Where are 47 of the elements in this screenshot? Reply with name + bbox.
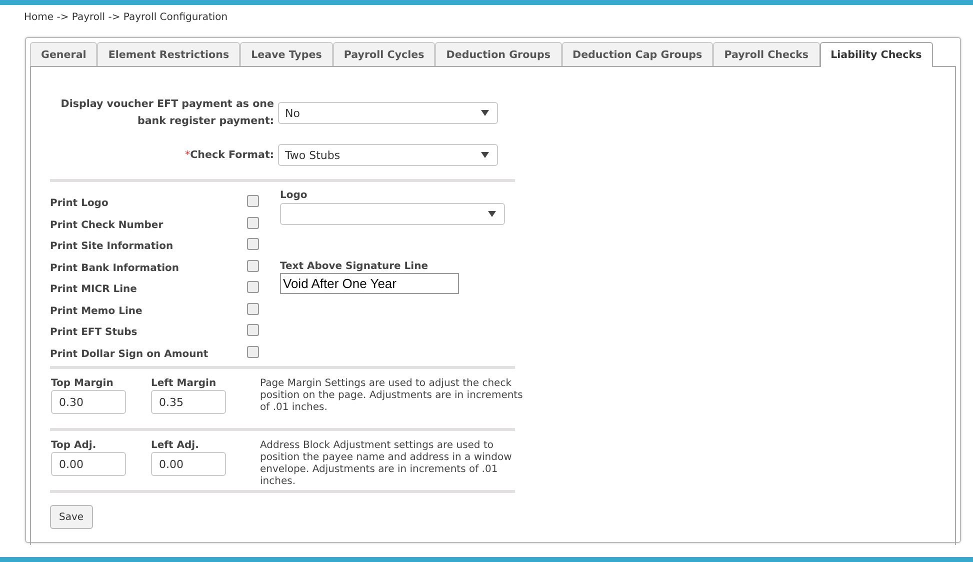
dropdown[interactable]: No <box>278 102 498 124</box>
checkbox[interactable] <box>247 260 259 272</box>
field-label: Left Margin <box>151 378 218 389</box>
field-label: Left Adj. <box>151 440 200 451</box>
tab[interactable]: Liability Checks <box>820 42 933 67</box>
caret-icon <box>488 211 496 217</box>
checkbox[interactable] <box>247 302 259 314</box>
caret-icon <box>481 110 489 116</box>
number-input[interactable]: 0.35 <box>151 390 226 414</box>
tab[interactable]: Payroll Checks <box>713 42 820 66</box>
checkbox[interactable] <box>247 216 259 228</box>
tab[interactable]: Leave Types <box>240 42 333 66</box>
option-label: Print EFT Stubs <box>50 326 138 338</box>
field-label: Top Adj. <box>51 440 98 451</box>
checkbox[interactable] <box>247 324 259 336</box>
number-input[interactable]: 0.00 <box>51 452 126 476</box>
option-label: Print MICR Line <box>50 283 137 295</box>
dropdown[interactable]: Two Stubs <box>278 144 498 166</box>
signature-input[interactable]: Void After One Year <box>280 273 459 294</box>
option-label: Print Dollar Sign on Amount <box>50 348 208 360</box>
checkbox[interactable] <box>247 346 259 358</box>
setting-label: Display voucher EFT payment as one bank register payment: <box>60 97 274 129</box>
signature-label: Text Above Signature Line <box>280 261 429 272</box>
number-input[interactable]: 0.00 <box>151 452 226 476</box>
setting-label: *Check Format: <box>184 148 274 162</box>
logo-label: Logo <box>280 190 308 201</box>
number-input[interactable]: 0.30 <box>51 390 126 414</box>
help-text: Address Block Adjustment settings are used to position the payee name and address in a window envelope. Adjustments are in increments of .01 inches. <box>260 440 513 482</box>
tab[interactable]: General <box>30 42 98 66</box>
option-label: Print Site Information <box>50 240 174 252</box>
tab[interactable]: Deduction Cap Groups <box>562 42 714 66</box>
tab[interactable]: Deduction Groups <box>435 42 562 66</box>
save-button[interactable]: Save <box>50 505 93 529</box>
option-label: Print Bank Information <box>50 262 180 274</box>
help-text: Page Margin Settings are used to adjust the check position on the page. Adjustments are in increments of .01 inches. <box>260 378 524 415</box>
field-label: Top Margin <box>51 378 114 389</box>
tab[interactable]: Payroll Cycles <box>332 42 436 66</box>
logo-dropdown[interactable] <box>280 203 505 225</box>
checkbox[interactable] <box>247 281 259 293</box>
checkbox[interactable] <box>247 238 259 250</box>
option-label: Print Memo Line <box>50 304 142 316</box>
breadcrumb: Home -> Payroll -> Payroll Configuration <box>23 11 229 25</box>
tab[interactable]: Element Restrictions <box>97 42 240 66</box>
checkbox[interactable] <box>247 195 259 207</box>
option-label: Print Logo <box>50 197 108 209</box>
option-label: Print Check Number <box>50 218 164 230</box>
caret-icon <box>481 152 489 158</box>
